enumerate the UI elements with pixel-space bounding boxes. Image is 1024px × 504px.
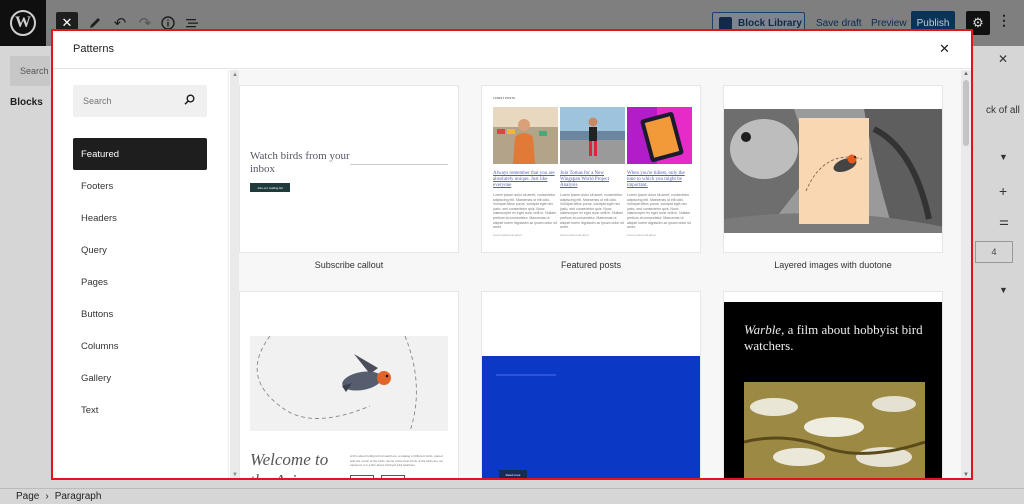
scrollbar-thumb[interactable] [963, 80, 969, 146]
search-input[interactable] [83, 96, 178, 106]
background-blocks-tab: Blocks [10, 97, 43, 108]
pattern-card-aviary[interactable]: Welcome to the Aviary A film about hobby… [239, 291, 459, 478]
warble-title: Warble [744, 322, 782, 337]
scroll-up-arrow-icon[interactable]: ▲ [232, 72, 238, 78]
post-excerpt: Lorem ipsum dolor sit amet, consectetur … [627, 193, 691, 230]
post-meta: Lorem ipsum sit amet [493, 232, 522, 237]
post-title: When you're tidiest, only the tune to wh… [627, 171, 685, 188]
plus-icon: + [999, 183, 1008, 199]
sidebar-close-icon: ✕ [998, 52, 1009, 66]
post-column: When you're tidiest, only the tune to wh… [627, 107, 692, 237]
pattern-card-warble[interactable]: Warble, a film about hobbyist bird watch… [723, 291, 943, 478]
pattern-label: Featured posts [560, 260, 622, 270]
aviary-button-1 [350, 475, 374, 478]
posts-section-label: LATEST POSTS [493, 96, 516, 100]
modal-title: Patterns [73, 43, 114, 55]
modal-header: Patterns ✕ [53, 31, 971, 69]
category-featured[interactable]: Featured [73, 138, 207, 170]
birds-tapestry-image [744, 382, 925, 478]
block-library-label: Block Library [738, 18, 802, 29]
right-scrollbar[interactable]: ▲ ▼ [961, 70, 971, 478]
breadcrumb-paragraph[interactable]: Paragraph [55, 491, 102, 502]
warble-heading: Warble, a film about hobbyist bird watch… [744, 322, 934, 354]
pattern-card-blue-banner[interactable]: Read more [481, 291, 701, 478]
pattern-card-layered-duotone[interactable] [723, 85, 943, 253]
pattern-label: Layered images with duotone [774, 260, 892, 270]
breadcrumb: Page › Paragraph [0, 488, 1024, 504]
post-meta: Lorem ipsum sit amet [627, 232, 656, 237]
category-headers[interactable]: Headers [73, 202, 207, 234]
aviary-bird-panel [250, 335, 448, 432]
sliders-icon: ⚌ [999, 216, 1009, 228]
blue-heading-line [496, 374, 556, 376]
pattern-label: Subscribe callout [314, 260, 384, 270]
runner-photo [560, 107, 625, 164]
category-pages[interactable]: Pages [73, 266, 207, 298]
post-column: Join Tomas for a New Wingspan World Proj… [560, 107, 625, 237]
tablet-photo [627, 107, 692, 164]
background-search-input: Search [10, 56, 50, 86]
left-scrollbar[interactable]: ▲ ▼ [230, 70, 239, 478]
number-field: 4 [975, 241, 1013, 263]
post-excerpt: Lorem ipsum dolor sit amet, consectetur … [560, 193, 624, 230]
pattern-card-subscribe[interactable]: Watch birds from your inbox Join our mai… [239, 85, 459, 253]
search-icon[interactable] [184, 94, 195, 108]
aviary-heading: Welcome to the Aviary [250, 450, 329, 478]
post-title: Always remember that you are absolutely … [493, 171, 555, 188]
subscribe-heading: Watch birds from your inbox [250, 150, 350, 175]
post-column: Always remember that you are absolutely … [493, 107, 558, 237]
patterns-modal: Patterns ✕ Featured Footers Headers Quer… [51, 29, 973, 480]
duck-engraving-image [724, 109, 942, 233]
grocery-photo [493, 107, 558, 164]
save-draft-button[interactable]: Save draft [816, 18, 862, 29]
breadcrumb-page[interactable]: Page [16, 491, 39, 502]
pattern-search-field[interactable] [73, 85, 207, 117]
category-buttons[interactable]: Buttons [73, 298, 207, 330]
category-query[interactable]: Query [73, 234, 207, 266]
wordpress-logo-icon[interactable]: W [0, 0, 46, 46]
patterns-sidebar: Featured Footers Headers Query Pages But… [53, 70, 229, 478]
read-more-button-preview: Read more [499, 470, 527, 478]
scroll-down-arrow-icon[interactable]: ▼ [963, 472, 969, 478]
chevron-down-icon: ▼ [999, 285, 1008, 295]
blue-panel: Read more [482, 356, 700, 478]
pattern-card-featured-posts[interactable]: LATEST POSTS Always remember that you ar… [481, 85, 701, 253]
robin-illustration [256, 335, 417, 432]
chevron-right-icon: › [45, 491, 49, 502]
chevron-down-icon: ▼ [999, 152, 1008, 162]
post-meta: Lorem ipsum sit amet [560, 232, 589, 237]
post-excerpt: Lorem ipsum dolor sit amet, consectetur … [493, 193, 557, 230]
more-options-icon[interactable]: ⋮ [997, 12, 1011, 29]
category-gallery[interactable]: Gallery [73, 362, 207, 394]
divider [350, 164, 448, 165]
category-text[interactable]: Text [73, 394, 207, 426]
close-icon[interactable]: ✕ [939, 41, 950, 57]
preview-button[interactable]: Preview [871, 18, 907, 29]
aviary-body: A film about hobbyist bird watchers, a c… [350, 454, 443, 467]
category-columns[interactable]: Columns [73, 330, 207, 362]
sidebar-partial-text: ck of all [986, 105, 1020, 116]
aviary-button-2 [381, 475, 405, 478]
category-footers[interactable]: Footers [73, 170, 207, 202]
join-button-preview: Join our mailing list [250, 183, 290, 192]
scroll-up-arrow-icon[interactable]: ▲ [963, 71, 969, 77]
category-list: Featured Footers Headers Query Pages But… [73, 138, 207, 426]
post-title: Join Tomas for a New Wingspan World Proj… [560, 171, 610, 188]
scroll-down-arrow-icon[interactable]: ▼ [232, 472, 238, 478]
